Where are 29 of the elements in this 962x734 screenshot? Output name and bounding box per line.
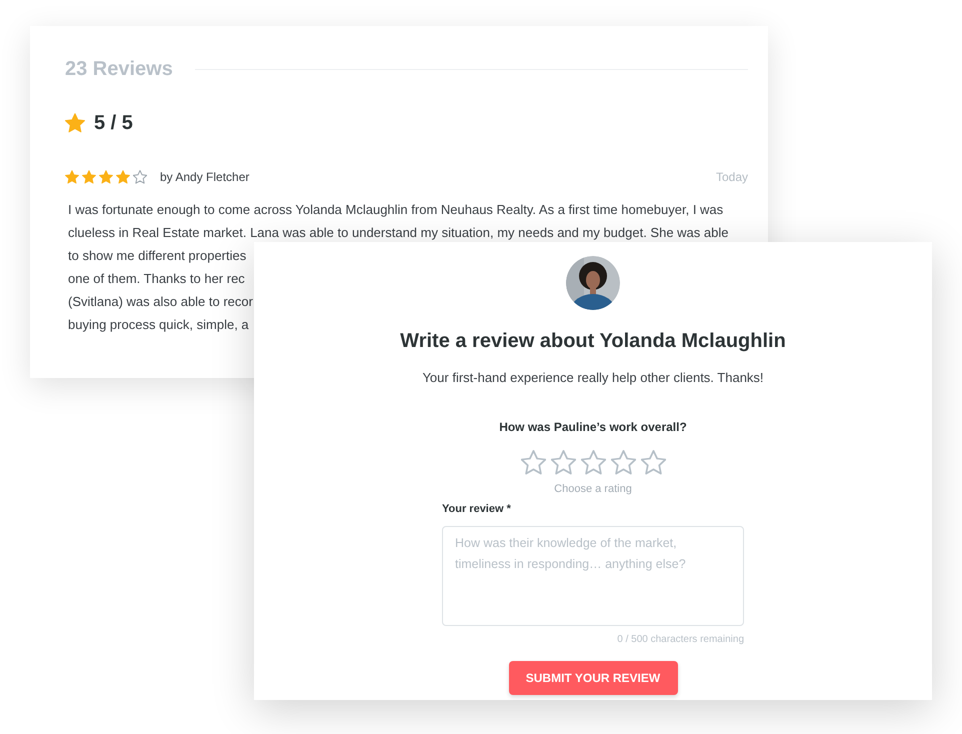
star-icon[interactable]: [580, 450, 606, 474]
review-text-line: clueless in Real Estate market. Lana was able to understand my situation, my needs and my budget. She was able: [68, 224, 728, 242]
form-subtitle: Your first-hand experience really help other clients. Thanks!: [422, 369, 764, 387]
rating-hint: Choose a rating: [554, 482, 632, 496]
star-icon: [65, 113, 85, 133]
review-text-line: I was fortunate enough to come across Yolanda Mclaughlin from Neuhaus Realty. As a first time homebuyer, I was: [68, 201, 724, 219]
star-icon[interactable]: [550, 450, 576, 474]
review-text-line: one of them. Thanks to her rec: [68, 270, 245, 288]
star-icon[interactable]: [610, 450, 636, 474]
review-label: Your review *: [442, 502, 511, 517]
form-title: Write a review about Yolanda Mclaughlin: [400, 329, 786, 354]
star-icon[interactable]: [640, 450, 666, 474]
review-text-line: buying process quick, simple, a: [68, 316, 249, 334]
star-icon: [82, 170, 96, 184]
review-text-line: (Svitlana) was also able to recor: [68, 293, 253, 311]
rating-question: How was Pauline’s work overall?: [499, 418, 687, 436]
star-icon[interactable]: [520, 450, 546, 474]
review-date: Today: [716, 169, 748, 186]
review-author: by Andy Fletcher: [160, 169, 250, 186]
reviews-heading: 23 Reviews: [65, 57, 173, 82]
star-icon: [133, 170, 147, 184]
review-text-line: to show me different properties: [68, 247, 246, 265]
star-icon: [99, 170, 113, 184]
star-icon: [116, 170, 130, 184]
average-score: 5 / 5: [94, 111, 133, 136]
character-counter: 0 / 500 characters remaining: [617, 632, 744, 646]
submit-button[interactable]: SUBMIT YOUR REVIEW: [508, 660, 678, 694]
review-field[interactable]: How was their knowledge of the market, timeliness in responding… anything else?: [442, 526, 744, 626]
star-icon: [65, 170, 79, 184]
